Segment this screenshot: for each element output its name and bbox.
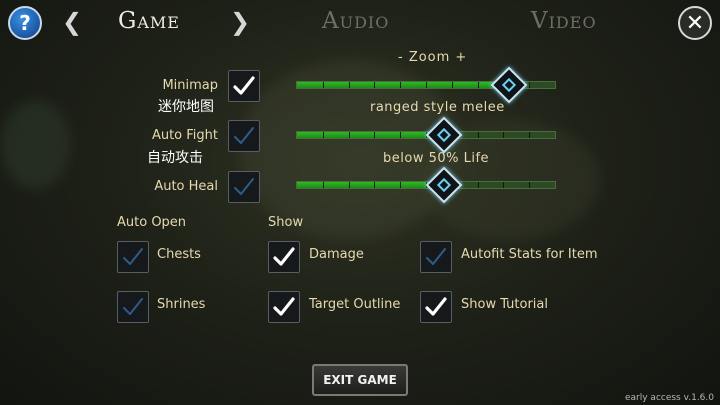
checkmark-icon xyxy=(123,298,143,315)
heal-threshold-caption: below 50% Life xyxy=(383,151,490,166)
version-label: early access v.1.6.0 xyxy=(624,393,714,403)
slider-tick xyxy=(322,82,324,88)
slider-tick xyxy=(400,182,402,188)
minimap-checkbox[interactable] xyxy=(228,70,260,102)
auto-fight-checkbox[interactable] xyxy=(228,120,260,152)
exit-game-button[interactable]: EXIT GAME xyxy=(312,364,408,396)
show-tutorial-label: Show Tutorial xyxy=(461,297,549,312)
slider-tick xyxy=(348,182,350,188)
slider-tick xyxy=(322,182,324,188)
show-heading: Show xyxy=(268,215,304,230)
prev-tab-arrow-icon[interactable]: ❮ xyxy=(62,8,82,36)
slider-fill xyxy=(297,132,445,138)
slider-tick xyxy=(529,182,531,188)
checkmark-icon xyxy=(425,297,447,316)
slider-tick xyxy=(374,182,376,188)
checkmark-icon xyxy=(426,248,446,265)
checkmark-icon xyxy=(234,127,254,144)
damage-label: Damage xyxy=(309,247,364,262)
help-button[interactable]: ? xyxy=(8,6,42,40)
slider-tick xyxy=(477,182,479,188)
question-icon: ? xyxy=(19,11,31,35)
slider-tick xyxy=(529,82,531,88)
slider-tick xyxy=(374,132,376,138)
slider-tick xyxy=(503,182,505,188)
slider-tick xyxy=(426,82,427,88)
tab-game[interactable]: Game xyxy=(118,8,180,34)
zoom-label: - Zoom + xyxy=(398,50,468,65)
chests-label: Chests xyxy=(157,247,201,262)
autofit-stats-label: Autofit Stats for Item xyxy=(461,247,598,262)
slider-tick xyxy=(374,82,376,88)
slider-tick xyxy=(477,82,479,88)
shrines-label: Shrines xyxy=(157,297,206,312)
shrines-checkbox[interactable] xyxy=(117,291,149,323)
checkmark-icon xyxy=(123,248,143,265)
chests-checkbox[interactable] xyxy=(117,241,149,273)
checkmark-icon xyxy=(273,297,295,316)
slider-tick xyxy=(400,132,402,138)
minimap-label-cn: 迷你地图 xyxy=(158,99,214,115)
close-icon: ✕ xyxy=(685,10,705,36)
fight-style-caption: ranged style melee xyxy=(370,100,505,115)
auto-fight-label: Auto Fight xyxy=(151,128,218,143)
auto-open-heading: Auto Open xyxy=(117,215,187,230)
slider-fill xyxy=(297,182,445,188)
tab-video[interactable]: Video xyxy=(531,8,597,34)
minimap-label: Minimap xyxy=(162,78,218,93)
auto-fight-label-cn: 自动攻击 xyxy=(147,150,203,166)
checkmark-icon xyxy=(234,178,254,195)
slider-tick xyxy=(529,132,531,138)
background-ruin-shape xyxy=(0,100,70,190)
auto-heal-label: Auto Heal xyxy=(154,179,218,194)
slider-tick xyxy=(322,132,324,138)
zoom-slider-handle[interactable] xyxy=(490,66,528,104)
slider-tick xyxy=(348,82,350,88)
slider-tick xyxy=(503,132,505,138)
slider-tick xyxy=(477,132,479,138)
auto-heal-checkbox[interactable] xyxy=(228,171,260,203)
target-outline-label: Target Outline xyxy=(309,297,401,312)
tab-audio[interactable]: Audio xyxy=(322,8,389,34)
slider-tick xyxy=(451,82,453,88)
damage-checkbox[interactable] xyxy=(268,241,300,273)
autofit-stats-checkbox[interactable] xyxy=(420,241,452,273)
next-tab-arrow-icon[interactable]: ❯ xyxy=(230,8,250,36)
slider-tick xyxy=(400,82,402,88)
close-button[interactable]: ✕ xyxy=(678,6,712,40)
checkmark-icon xyxy=(233,76,255,95)
slider-tick xyxy=(348,132,350,138)
checkmark-icon xyxy=(273,247,295,266)
show-tutorial-checkbox[interactable] xyxy=(420,291,452,323)
target-outline-checkbox[interactable] xyxy=(268,291,300,323)
